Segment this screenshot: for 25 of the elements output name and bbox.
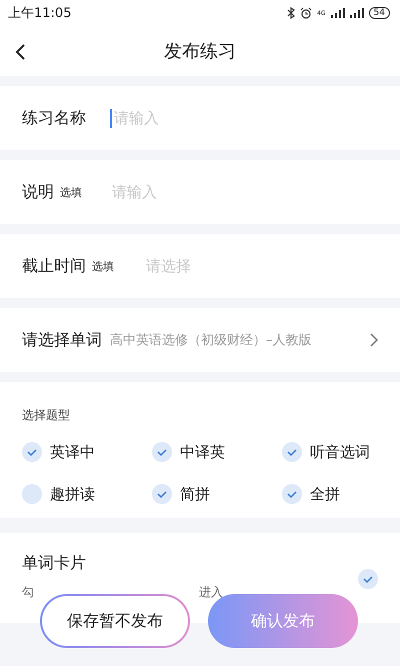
field-label: 练习名称: [22, 108, 86, 128]
card-title: 单词卡片: [22, 553, 86, 572]
battery-level: 54: [368, 7, 390, 19]
status-time: 上午11:05: [8, 5, 72, 22]
signal-icon: [350, 8, 364, 18]
optional-tag: 选填: [92, 258, 114, 274]
field-label: 请选择单词: [22, 330, 102, 350]
alarm-icon: [300, 7, 312, 19]
question-type-checkbox[interactable]: 中译英: [152, 442, 282, 462]
question-type-checkbox[interactable]: 全拼: [282, 484, 378, 504]
question-type-checkbox[interactable]: 趣拼读: [22, 484, 152, 504]
question-type-checkbox[interactable]: 英译中: [22, 442, 152, 462]
section-title: 选择题型: [22, 408, 70, 422]
field-label: 说明: [22, 182, 54, 202]
card-description: 勾: [22, 584, 34, 601]
question-type-checkbox[interactable]: 听音选词: [282, 442, 378, 462]
signal-icon: [330, 8, 345, 18]
checkbox-icon[interactable]: [358, 569, 378, 589]
optional-tag: 选填: [60, 184, 82, 200]
page-title: 发布练习: [164, 40, 236, 63]
question-type-checkbox[interactable]: 简拼: [152, 484, 282, 504]
field-label: 截止时间: [22, 256, 86, 276]
save-draft-button[interactable]: 保存暂不发布: [40, 594, 190, 648]
bluetooth-icon: [287, 7, 296, 19]
chevron-right-icon: [370, 333, 378, 347]
